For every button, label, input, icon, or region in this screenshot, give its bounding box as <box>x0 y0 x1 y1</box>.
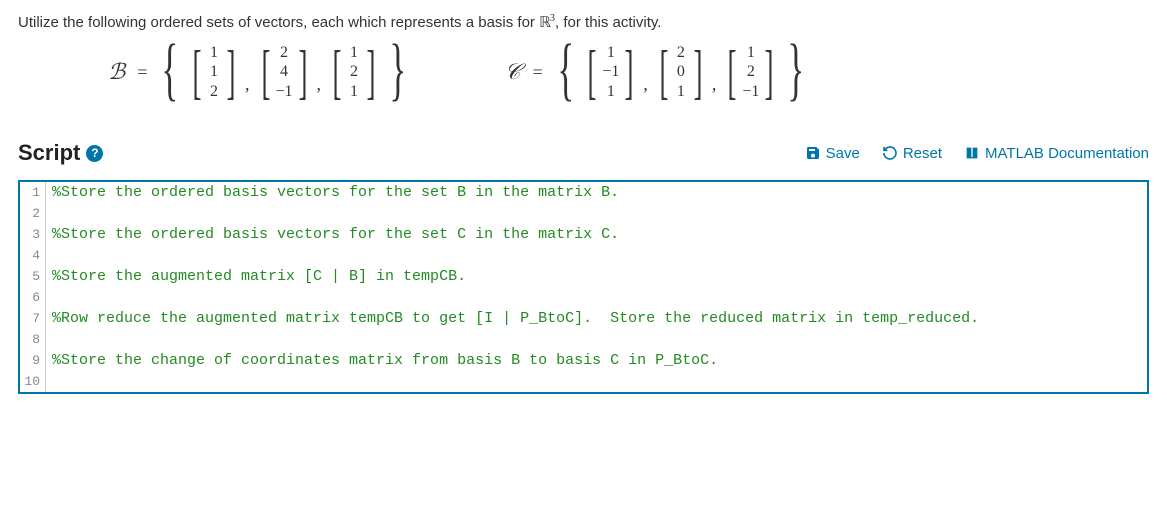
help-icon[interactable]: ? <box>86 145 103 162</box>
line-number: 5 <box>20 266 46 287</box>
brace-right: } <box>788 40 805 100</box>
vector: [1−11] <box>582 43 639 101</box>
vector: [24−1] <box>256 43 313 101</box>
code-text[interactable] <box>46 371 52 392</box>
code-text[interactable]: %Row reduce the augmented matrix tempCB … <box>46 308 979 329</box>
code-line[interactable]: 6 <box>20 287 1147 308</box>
code-line[interactable]: 9%Store the change of coordinates matrix… <box>20 350 1147 371</box>
line-number: 8 <box>20 329 46 350</box>
line-number: 9 <box>20 350 46 371</box>
code-text[interactable] <box>46 203 52 224</box>
script-header: Script ? Save Reset MATLAB Documentation <box>18 140 1149 166</box>
line-number: 7 <box>20 308 46 329</box>
code-line[interactable]: 4 <box>20 245 1147 266</box>
code-line[interactable]: 3%Store the ordered basis vectors for th… <box>20 224 1147 245</box>
docs-button[interactable]: MATLAB Documentation <box>964 145 1149 162</box>
vector: [112] <box>187 43 241 101</box>
line-number: 3 <box>20 224 46 245</box>
intro-prefix: Utilize the following ordered sets of ve… <box>18 14 539 31</box>
equals: = <box>137 62 147 83</box>
vector: [121] <box>327 43 381 101</box>
line-number: 4 <box>20 245 46 266</box>
code-line[interactable]: 5%Store the augmented matrix [C | B] in … <box>20 266 1147 287</box>
docs-label: MATLAB Documentation <box>985 145 1149 162</box>
space-symbol: ℝ3 <box>539 15 555 31</box>
intro-text: Utilize the following ordered sets of ve… <box>18 12 1149 34</box>
line-number: 2 <box>20 203 46 224</box>
code-line[interactable]: 2 <box>20 203 1147 224</box>
basis-B: ℬ = { [112], [24−1], [121] } <box>108 42 415 102</box>
code-text[interactable]: %Store the ordered basis vectors for the… <box>46 224 619 245</box>
code-line[interactable]: 8 <box>20 329 1147 350</box>
equals: = <box>533 62 543 83</box>
line-number: 6 <box>20 287 46 308</box>
code-text[interactable]: %Store the ordered basis vectors for the… <box>46 182 619 203</box>
brace-right: } <box>389 40 406 100</box>
vector: [12−1] <box>722 43 779 101</box>
bases-row: ℬ = { [112], [24−1], [121] } 𝒞 = { [1−11… <box>108 42 1149 102</box>
code-text[interactable] <box>46 245 52 266</box>
reset-icon <box>882 145 898 161</box>
brace-left: { <box>557 40 574 100</box>
code-text[interactable]: %Store the change of coordinates matrix … <box>46 350 718 371</box>
intro-suffix: , for this activity. <box>555 14 661 31</box>
reset-label: Reset <box>903 145 942 162</box>
book-icon <box>964 145 980 161</box>
basis-C-vectors: [1−11], [201], [12−1] <box>582 43 779 101</box>
save-button[interactable]: Save <box>805 145 860 162</box>
code-editor[interactable]: 1%Store the ordered basis vectors for th… <box>18 180 1149 394</box>
line-number: 1 <box>20 182 46 203</box>
brace-left: { <box>162 40 179 100</box>
reset-button[interactable]: Reset <box>882 145 942 162</box>
basis-C: 𝒞 = { [1−11], [201], [12−1] } <box>505 42 813 102</box>
vector: [201] <box>654 43 708 101</box>
code-text[interactable]: %Store the augmented matrix [C | B] in t… <box>46 266 466 287</box>
code-line[interactable]: 10 <box>20 371 1147 392</box>
toolbar: Save Reset MATLAB Documentation <box>805 145 1149 162</box>
code-text[interactable] <box>46 329 52 350</box>
basis-B-name: ℬ <box>108 59 125 85</box>
line-number: 10 <box>20 371 46 392</box>
save-icon <box>805 145 821 161</box>
code-text[interactable] <box>46 287 52 308</box>
script-title: Script <box>18 140 80 166</box>
code-line[interactable]: 1%Store the ordered basis vectors for th… <box>20 182 1147 203</box>
save-label: Save <box>826 145 860 162</box>
basis-C-name: 𝒞 <box>505 59 521 85</box>
code-line[interactable]: 7%Row reduce the augmented matrix tempCB… <box>20 308 1147 329</box>
basis-B-vectors: [112], [24−1], [121] <box>187 43 381 101</box>
